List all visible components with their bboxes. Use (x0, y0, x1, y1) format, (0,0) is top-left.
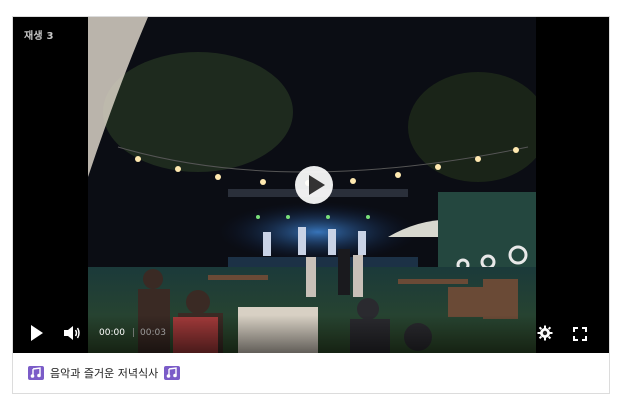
current-time: 00:00 (99, 328, 125, 338)
gear-icon (537, 325, 553, 341)
video-player[interactable]: 재생 3 00:00 | 00:03 (13, 17, 609, 353)
video-caption: 음악과 즐거운 저녁식사 (13, 353, 609, 393)
fullscreen-icon (573, 327, 587, 341)
time-separator: | (132, 328, 136, 338)
play-button[interactable] (31, 325, 43, 341)
play-icon (308, 175, 325, 195)
control-bar: 00:00 | 00:03 (13, 315, 609, 353)
playback-badge: 재생 3 (24, 31, 54, 42)
volume-button[interactable] (63, 325, 81, 341)
music-notes-icon (28, 366, 44, 380)
video-card: 재생 3 00:00 | 00:03 음악과 즐거운 저녁식사 (12, 16, 610, 394)
music-notes-icon (164, 366, 181, 380)
volume-icon (64, 326, 80, 340)
big-play-button[interactable] (295, 166, 333, 204)
settings-button[interactable] (537, 325, 553, 341)
fullscreen-button[interactable] (573, 326, 587, 341)
duration: 00:03 (140, 328, 166, 338)
caption-text: 음악과 즐거운 저녁식사 (50, 367, 159, 380)
